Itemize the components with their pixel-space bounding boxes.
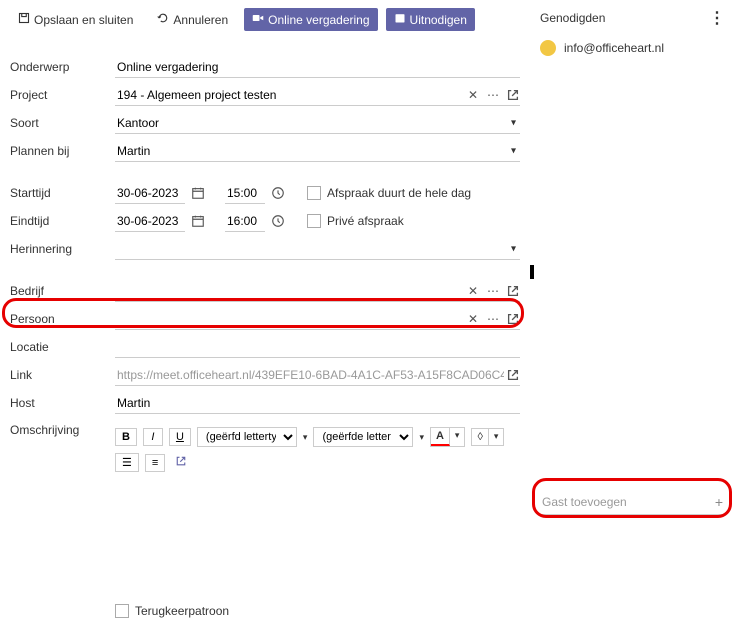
calendar-icon[interactable] [191, 214, 205, 228]
start-label: Starttijd [10, 186, 115, 200]
subject-label: Onderwerp [10, 60, 115, 74]
size-select[interactable]: (geërfde letter… [313, 427, 413, 447]
undo-icon [157, 12, 169, 27]
start-date-input[interactable] [115, 183, 185, 204]
location-input[interactable] [115, 337, 520, 358]
save-icon [18, 12, 30, 27]
number-list-button[interactable]: ≡ [145, 454, 165, 472]
reminder-label: Herinnering [10, 242, 115, 256]
description-label: Omschrijving [10, 423, 115, 437]
plus-icon[interactable]: + [715, 494, 723, 510]
host-input[interactable] [115, 393, 520, 414]
end-date-input[interactable] [115, 211, 185, 232]
calendar-icon [394, 12, 406, 27]
toolbar: Opslaan en sluiten Annuleren Online verg… [10, 8, 520, 31]
add-guest-row[interactable]: Gast toevoegen + [540, 490, 725, 515]
plan-at-select[interactable] [115, 141, 520, 162]
avatar [540, 40, 556, 56]
reminder-select[interactable] [115, 239, 520, 260]
project-input[interactable] [115, 85, 466, 105]
end-label: Eindtijd [10, 214, 115, 228]
company-input[interactable] [115, 281, 466, 301]
allday-checkbox[interactable] [307, 186, 321, 200]
allday-label: Afspraak duurt de hele dag [327, 186, 471, 200]
calendar-icon[interactable] [191, 186, 205, 200]
highlight-button[interactable]: ◊▾ [471, 428, 504, 446]
more-icon[interactable]: ⋯ [486, 284, 500, 298]
description-editor[interactable] [115, 476, 520, 586]
chevron-down-icon: ▾ [303, 432, 308, 443]
link-label: Link [10, 368, 115, 382]
cancel-button[interactable]: Annuleren [149, 8, 236, 31]
underline-button[interactable]: U [169, 428, 191, 446]
recurrence-checkbox[interactable] [115, 604, 129, 618]
bold-button[interactable]: B [115, 428, 137, 446]
end-time-input[interactable] [225, 211, 265, 232]
italic-button[interactable]: I [143, 428, 163, 446]
external-link-icon[interactable] [506, 368, 520, 382]
clock-icon[interactable] [271, 214, 285, 228]
clear-icon[interactable]: ✕ [466, 88, 480, 102]
link-input[interactable] [115, 365, 506, 385]
type-select[interactable] [115, 113, 520, 134]
clear-icon[interactable]: ✕ [466, 312, 480, 326]
company-label: Bedrijf [10, 284, 115, 298]
type-label: Soort [10, 116, 115, 130]
clock-icon[interactable] [271, 186, 285, 200]
chevron-down-icon: ▾ [419, 432, 424, 443]
attendees-title: Genodigden [540, 11, 605, 25]
external-link-icon[interactable] [506, 88, 520, 102]
attendee-row: info@officeheart.nl [540, 40, 725, 56]
cursor-indicator [530, 265, 534, 279]
external-link-icon[interactable] [506, 284, 520, 298]
attendee-email: info@officeheart.nl [564, 41, 664, 55]
online-meeting-button[interactable]: Online vergadering [244, 8, 377, 31]
person-label: Persoon [10, 312, 115, 326]
guest-placeholder: Gast toevoegen [542, 495, 627, 509]
bullet-list-button[interactable]: ☰ [115, 453, 139, 472]
project-label: Project [10, 88, 115, 102]
person-input[interactable] [115, 309, 466, 329]
private-label: Privé afspraak [327, 214, 404, 228]
recurrence-label: Terugkeerpatroon [135, 604, 229, 618]
invite-button[interactable]: Uitnodigen [386, 8, 475, 31]
plan-at-label: Plannen bij [10, 144, 115, 158]
host-label: Host [10, 396, 115, 410]
video-icon [252, 12, 264, 27]
save-close-button[interactable]: Opslaan en sluiten [10, 8, 141, 31]
clear-icon[interactable]: ✕ [466, 284, 480, 298]
editor-toolbar: B I U (geërfd lettertyp… ▾ (geërfde lett… [115, 423, 520, 476]
text-color-button[interactable]: A▾ [430, 427, 465, 447]
more-vertical-icon[interactable]: ⋮ [709, 8, 725, 28]
external-link-icon[interactable] [175, 455, 187, 470]
private-checkbox[interactable] [307, 214, 321, 228]
subject-input[interactable] [115, 57, 520, 78]
more-icon[interactable]: ⋯ [486, 88, 500, 102]
external-link-icon[interactable] [506, 312, 520, 326]
font-select[interactable]: (geërfd lettertyp… [197, 427, 297, 447]
location-label: Locatie [10, 340, 115, 354]
more-icon[interactable]: ⋯ [486, 312, 500, 326]
start-time-input[interactable] [225, 183, 265, 204]
